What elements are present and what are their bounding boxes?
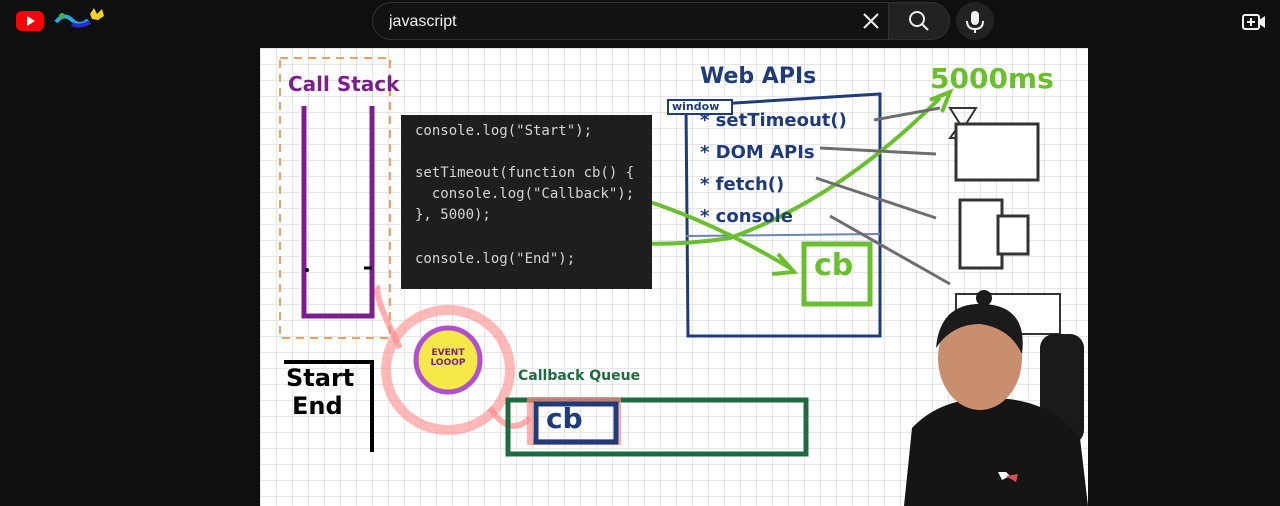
web-apis-label: Web APIs xyxy=(700,64,817,89)
search-icon xyxy=(909,11,929,31)
doodle-logo-icon[interactable] xyxy=(54,6,110,32)
web-api-item: * setTimeout() xyxy=(700,110,847,131)
callback-queue-label: Callback Queue xyxy=(518,368,641,384)
microphone-icon xyxy=(966,11,984,33)
search-input[interactable] xyxy=(387,3,851,41)
video-player[interactable]: Call Stack Web APIs window 5000ms * setT… xyxy=(260,48,1088,506)
call-stack-label: Call Stack xyxy=(288,72,400,96)
code-line: }, 5000); xyxy=(415,207,491,223)
code-line: setTimeout(function cb() { xyxy=(415,165,635,181)
code-line: console.log("Start"); xyxy=(415,123,593,139)
create-video-icon[interactable] xyxy=(1240,8,1268,36)
code-panel: console.log("Start"); setTimeout(functio… xyxy=(401,115,652,289)
web-api-item: * DOM APIs xyxy=(700,142,815,163)
web-api-item: * console xyxy=(700,206,793,227)
presenter-webcam xyxy=(904,290,1088,506)
code-line: console.log("Callback"); xyxy=(415,186,635,202)
output-start: Start xyxy=(286,364,355,392)
clear-search-icon[interactable] xyxy=(858,8,884,34)
top-bar xyxy=(0,0,1280,48)
youtube-logo-icon[interactable] xyxy=(16,11,44,31)
web-api-item: * fetch() xyxy=(700,174,785,195)
event-loop-label: EVENT LOOOP xyxy=(430,348,466,368)
search-button[interactable] xyxy=(888,2,950,40)
timer-label: 5000ms xyxy=(930,62,1054,95)
code-line: console.log("End"); xyxy=(415,251,576,267)
cb-webapi-label: cb xyxy=(814,248,854,283)
cb-queue-label: cb xyxy=(546,402,583,435)
output-end: End xyxy=(292,392,343,420)
voice-search-button[interactable] xyxy=(956,2,994,40)
search-box xyxy=(372,2,892,41)
